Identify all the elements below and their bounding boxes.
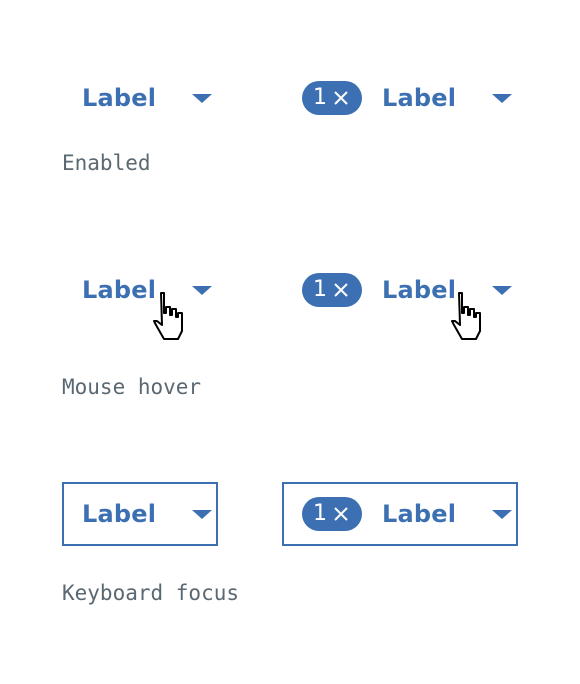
dropdown-label: Label bbox=[82, 84, 157, 112]
state-caption-focus: Keyboard focus bbox=[62, 581, 240, 605]
dropdown-label: Label bbox=[382, 500, 457, 528]
hand-pointer-icon bbox=[451, 292, 481, 340]
state-caption-enabled: Enabled bbox=[62, 151, 151, 175]
state-caption-hover: Mouse hover bbox=[62, 375, 202, 399]
multiselect-dropdown-focused[interactable]: 1 Label bbox=[282, 482, 518, 546]
close-icon[interactable] bbox=[331, 88, 351, 108]
caret-down-icon bbox=[192, 509, 213, 519]
selection-count: 1 bbox=[313, 501, 327, 526]
caret-down-icon bbox=[492, 93, 513, 103]
multiselect-dropdown-enabled[interactable]: 1 Label bbox=[282, 66, 518, 130]
dropdown-label: Label bbox=[382, 84, 457, 112]
selection-tag[interactable]: 1 bbox=[302, 81, 362, 115]
caret-down-icon bbox=[192, 93, 213, 103]
caret-down-icon bbox=[492, 509, 513, 519]
caret-down-icon bbox=[492, 285, 513, 295]
selection-count: 1 bbox=[313, 85, 327, 110]
selection-tag[interactable]: 1 bbox=[302, 273, 362, 307]
dropdown-label: Label bbox=[82, 276, 157, 304]
dropdown-label: Label bbox=[82, 500, 157, 528]
close-icon[interactable] bbox=[331, 280, 351, 300]
selection-tag[interactable]: 1 bbox=[302, 497, 362, 531]
selection-count: 1 bbox=[313, 277, 327, 302]
dropdown-enabled[interactable]: Label bbox=[62, 66, 218, 130]
dropdown-focused[interactable]: Label bbox=[62, 482, 218, 546]
close-icon[interactable] bbox=[331, 504, 351, 524]
hand-pointer-icon bbox=[153, 292, 183, 340]
caret-down-icon bbox=[192, 285, 213, 295]
dropdown-hover[interactable]: Label bbox=[62, 258, 218, 322]
dropdown-label: Label bbox=[382, 276, 457, 304]
